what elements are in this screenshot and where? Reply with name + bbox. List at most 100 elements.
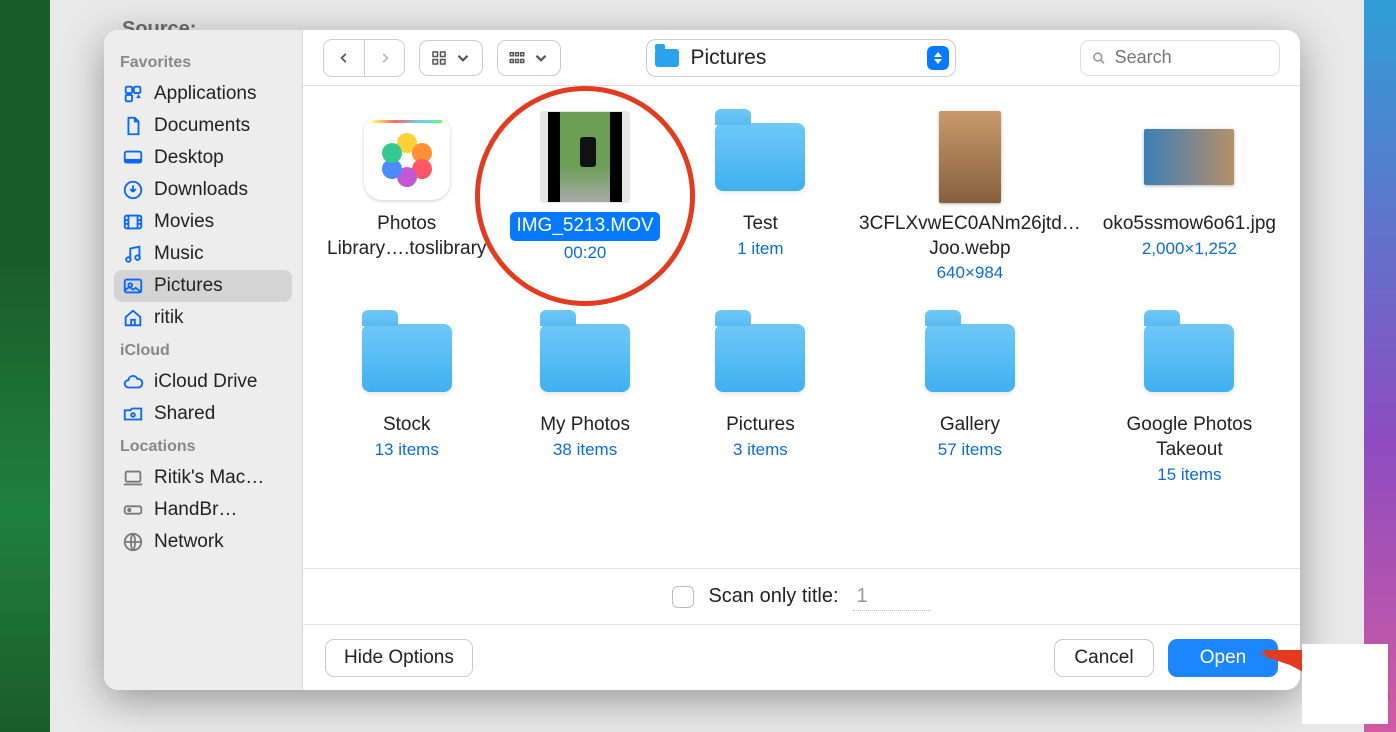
sidebar-header-locations: Locations: [120, 438, 292, 456]
back-button[interactable]: [324, 40, 364, 76]
music-icon: [122, 243, 144, 265]
open-file-sheet: Favorites Applications Documents Desktop…: [104, 30, 1300, 690]
view-mode-icon-button[interactable]: [419, 40, 483, 76]
download-icon: [122, 179, 144, 201]
folder-my-photos[interactable]: My Photos 38 items: [504, 313, 665, 484]
scan-only-title-label: Scan only title:: [708, 585, 838, 608]
desktop-icon: [122, 147, 144, 169]
folder-icon: [655, 49, 679, 67]
sidebar-item-mac[interactable]: Ritik's Mac…: [114, 462, 292, 494]
scan-only-title-checkbox[interactable]: [672, 586, 694, 608]
folder-gallery[interactable]: Gallery 57 items: [855, 313, 1085, 484]
file-title: IMG_5213.MOV: [510, 212, 659, 241]
folder-google-photos-takeout[interactable]: Google Photos Takeout 15 items: [1099, 313, 1280, 484]
sidebar-item-shared[interactable]: Shared: [114, 398, 292, 430]
search-field[interactable]: [1080, 40, 1280, 76]
folder-icon: [362, 324, 452, 392]
file-meta: 2,000×1,252: [1142, 239, 1237, 259]
sidebar-item-icloud-drive[interactable]: iCloud Drive: [114, 366, 292, 398]
sidebar-item-downloads[interactable]: Downloads: [114, 174, 292, 206]
sidebar-item-label: ritik: [154, 307, 184, 329]
open-button[interactable]: Open: [1168, 639, 1278, 677]
sidebar-header-icloud: iCloud: [120, 342, 292, 360]
group-mode-button[interactable]: [497, 40, 561, 76]
wallpaper-right-stripe: [1364, 0, 1396, 732]
sidebar-item-label: Applications: [154, 83, 256, 105]
folder-icon: [925, 324, 1015, 392]
file-3cflx-webp[interactable]: 3CFLXvwEC0ANm26jtd…Joo.webp 640×984: [855, 112, 1085, 283]
folder-icon: [540, 324, 630, 392]
forward-button[interactable]: [364, 40, 404, 76]
file-meta: 640×984: [937, 263, 1004, 283]
globe-icon: [122, 531, 144, 553]
file-meta: 13 items: [375, 440, 439, 460]
laptop-icon: [122, 467, 144, 489]
file-title: Photos Library….toslibrary: [323, 212, 490, 261]
sidebar-item-movies[interactable]: Movies: [114, 206, 292, 238]
shared-folder-icon: [122, 403, 144, 425]
sidebar-item-label: Downloads: [154, 179, 248, 201]
sidebar-item-label: iCloud Drive: [154, 371, 257, 393]
file-meta: 3 items: [733, 440, 788, 460]
home-icon: [122, 307, 144, 329]
sidebar-item-label: HandBr…: [154, 499, 237, 521]
file-img-5213-mov[interactable]: IMG_5213.MOV 00:20: [504, 112, 665, 283]
folder-test[interactable]: Test 1 item: [680, 112, 841, 283]
sidebar-item-label: Pictures: [154, 275, 223, 297]
sidebar-item-label: Network: [154, 531, 224, 553]
updown-icon: [927, 46, 949, 70]
file-title: Pictures: [722, 413, 799, 438]
corner-white-box: [1302, 644, 1388, 724]
cloud-icon: [122, 371, 144, 393]
scan-title-number-input[interactable]: [853, 583, 931, 611]
sidebar-item-label: Shared: [154, 403, 215, 425]
folder-stock[interactable]: Stock 13 items: [323, 313, 490, 484]
sidebar-item-applications[interactable]: Applications: [114, 78, 292, 110]
toolbar: Pictures: [303, 30, 1300, 86]
hide-options-button[interactable]: Hide Options: [325, 639, 473, 677]
video-thumbnail: [540, 111, 630, 203]
file-grid-area[interactable]: Photos Library….toslibrary IMG_5213.MOV …: [303, 86, 1300, 568]
file-title: 3CFLXvwEC0ANm26jtd…Joo.webp: [855, 212, 1085, 261]
path-popup-button[interactable]: Pictures: [646, 39, 956, 77]
image-thumbnail: [939, 111, 1001, 203]
folder-pictures[interactable]: Pictures 3 items: [680, 313, 841, 484]
file-meta: 1 item: [737, 239, 783, 259]
chevron-down-icon: [532, 49, 550, 67]
file-title: Gallery: [936, 413, 1004, 438]
search-input[interactable]: [1115, 47, 1269, 68]
folder-icon: [715, 324, 805, 392]
disk-icon: [122, 499, 144, 521]
open-options-bar: Scan only title:: [303, 568, 1300, 624]
sidebar-item-music[interactable]: Music: [114, 238, 292, 270]
file-photos-library[interactable]: Photos Library….toslibrary: [323, 112, 490, 283]
sidebar-item-label: Documents: [154, 115, 250, 137]
file-title: My Photos: [536, 413, 634, 438]
image-thumbnail: [1144, 129, 1234, 185]
main-panel: Pictures: [303, 30, 1300, 690]
sidebar-header-favorites: Favorites: [120, 54, 292, 72]
file-meta: 15 items: [1157, 465, 1221, 485]
sidebar-item-desktop[interactable]: Desktop: [114, 142, 292, 174]
file-title: Stock: [379, 413, 435, 438]
chevron-down-icon: [454, 49, 472, 67]
sidebar-item-home[interactable]: ritik: [114, 302, 292, 334]
sidebar-item-label: Music: [154, 243, 204, 265]
sidebar-item-handbrake[interactable]: HandBr…: [114, 494, 292, 526]
cancel-button[interactable]: Cancel: [1054, 639, 1154, 677]
pictures-icon: [122, 275, 144, 297]
sheet-footer: Hide Options Cancel Open: [303, 624, 1300, 690]
sidebar-item-label: Ritik's Mac…: [154, 467, 264, 489]
sidebar-item-label: Desktop: [154, 147, 224, 169]
nav-back-forward: [323, 39, 405, 77]
sidebar-item-pictures[interactable]: Pictures: [114, 270, 292, 302]
file-meta: 38 items: [553, 440, 617, 460]
file-title: Test: [739, 212, 782, 237]
photos-library-icon: [364, 114, 450, 200]
sidebar-item-documents[interactable]: Documents: [114, 110, 292, 142]
apps-icon: [122, 83, 144, 105]
file-oko5-jpg[interactable]: oko5ssmow6o61.jpg 2,000×1,252: [1099, 112, 1280, 283]
sidebar-item-label: Movies: [154, 211, 214, 233]
file-title: Google Photos Takeout: [1099, 413, 1280, 462]
sidebar-item-network[interactable]: Network: [114, 526, 292, 558]
